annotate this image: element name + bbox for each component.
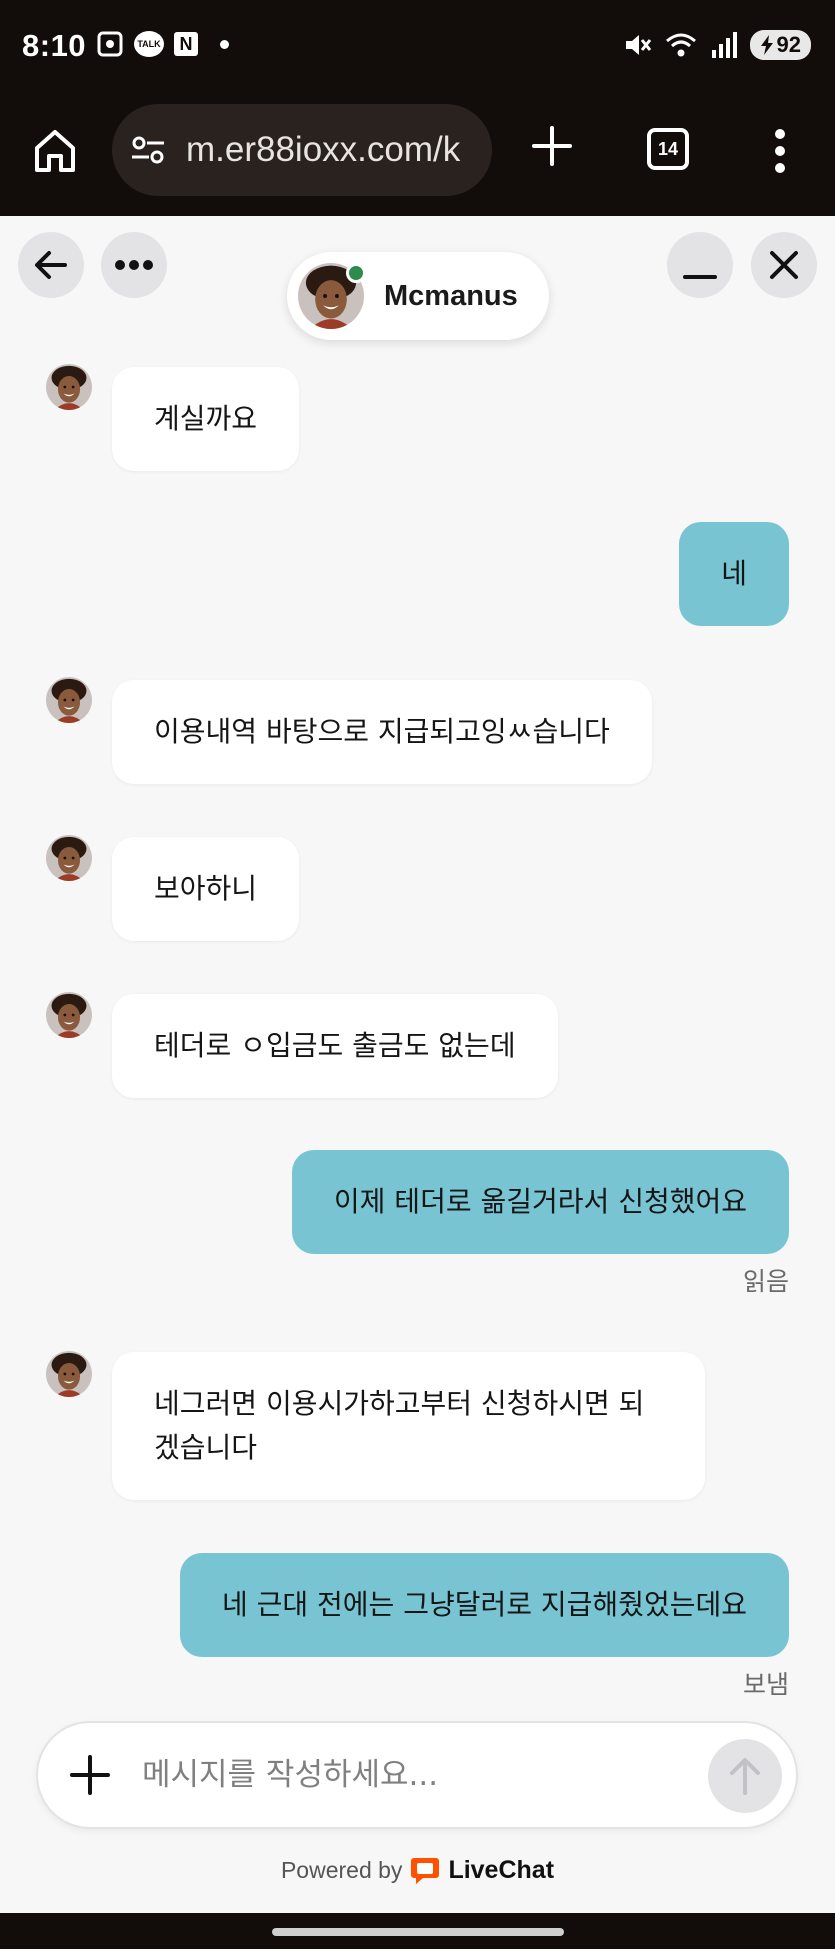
- online-status-indicator: [346, 263, 366, 283]
- agent-avatar: [46, 677, 92, 723]
- browser-toolbar: m.er88ioxx.com/k 14: [0, 96, 835, 216]
- mute-icon: [625, 35, 651, 55]
- screenshot-icon: [97, 31, 123, 57]
- more-horiz-icon: [115, 260, 153, 270]
- message-bubble-agent: 계실까요: [112, 367, 300, 471]
- close-chat-button[interactable]: [751, 232, 817, 298]
- attach-plus-icon[interactable]: [68, 1753, 112, 1797]
- read-receipt: 읽음: [742, 1267, 789, 1296]
- status-time: 8:10: [22, 28, 87, 63]
- new-tab-icon[interactable]: [530, 124, 574, 168]
- gesture-handle[interactable]: [272, 1928, 564, 1936]
- arrow-left-icon: [35, 251, 67, 279]
- more-options-button[interactable]: [101, 232, 167, 298]
- wifi-icon: [665, 33, 696, 57]
- chat-header: Mcmanus: [0, 216, 835, 346]
- message-bubble-user: 이제 테더로 옮길거라서 신청했어요: [291, 1150, 789, 1254]
- url-text: m.er88ioxx.com/k: [186, 130, 461, 169]
- minimize-icon: [683, 275, 717, 279]
- back-button[interactable]: [18, 232, 84, 298]
- home-icon[interactable]: [30, 126, 80, 176]
- agent-avatar: [298, 263, 366, 329]
- system-icons: 92: [622, 30, 811, 60]
- system-nav-bar: [0, 1913, 835, 1949]
- agent-name: Mcmanus: [384, 279, 518, 312]
- livechat-brand: LiveChat: [448, 1855, 555, 1884]
- message-bubble-user: 네 근대 전에는 그냥달러로 지급해줬었는데요: [179, 1553, 789, 1657]
- message-bubble-agent: 테더로 ㅇ입금도 출금도 없는데: [112, 994, 558, 1098]
- status-bar: 8:10 TALK N 92: [0, 0, 835, 96]
- message-bubble-agent: 네그러면 이용시가하고부터 신청하시면 되겠습니다: [112, 1352, 705, 1500]
- tab-switcher-button[interactable]: 14: [647, 128, 689, 170]
- dot-icon: [220, 39, 229, 49]
- signal-icon: [711, 32, 737, 58]
- close-icon: [770, 251, 798, 279]
- agent-avatar: [46, 364, 92, 410]
- powered-by-text: Powered by: [280, 1856, 403, 1883]
- agent-avatar: [46, 992, 92, 1038]
- battery-level: 92: [776, 32, 801, 57]
- talk-icon: TALK: [134, 31, 164, 57]
- send-button[interactable]: [708, 1739, 782, 1813]
- naver-icon: N: [174, 32, 198, 56]
- site-settings-icon[interactable]: [130, 132, 166, 168]
- agent-info-pill[interactable]: Mcmanus: [287, 252, 549, 340]
- message-bubble-agent: 보아하니: [112, 837, 300, 941]
- minimize-button[interactable]: [667, 232, 733, 298]
- message-bubble-user: 네: [679, 522, 789, 626]
- battery-icon: 92: [749, 30, 811, 60]
- livechat-logo-icon: [411, 1858, 440, 1884]
- powered-by-footer[interactable]: Powered by LiveChat: [0, 1855, 835, 1885]
- agent-avatar: [46, 835, 92, 881]
- message-input[interactable]: [142, 1757, 682, 1793]
- notification-icons: TALK N: [96, 30, 229, 58]
- agent-avatar: [46, 1351, 92, 1397]
- delivery-status: 보냄: [742, 1670, 789, 1699]
- arrow-up-icon: [730, 1758, 760, 1795]
- address-bar[interactable]: m.er88ioxx.com/k: [112, 104, 492, 196]
- message-bubble-agent: 이용내역 바탕으로 지급되고잉ㅆ습니다: [112, 680, 652, 784]
- message-composer: [36, 1721, 798, 1829]
- more-vert-icon[interactable]: [770, 126, 790, 176]
